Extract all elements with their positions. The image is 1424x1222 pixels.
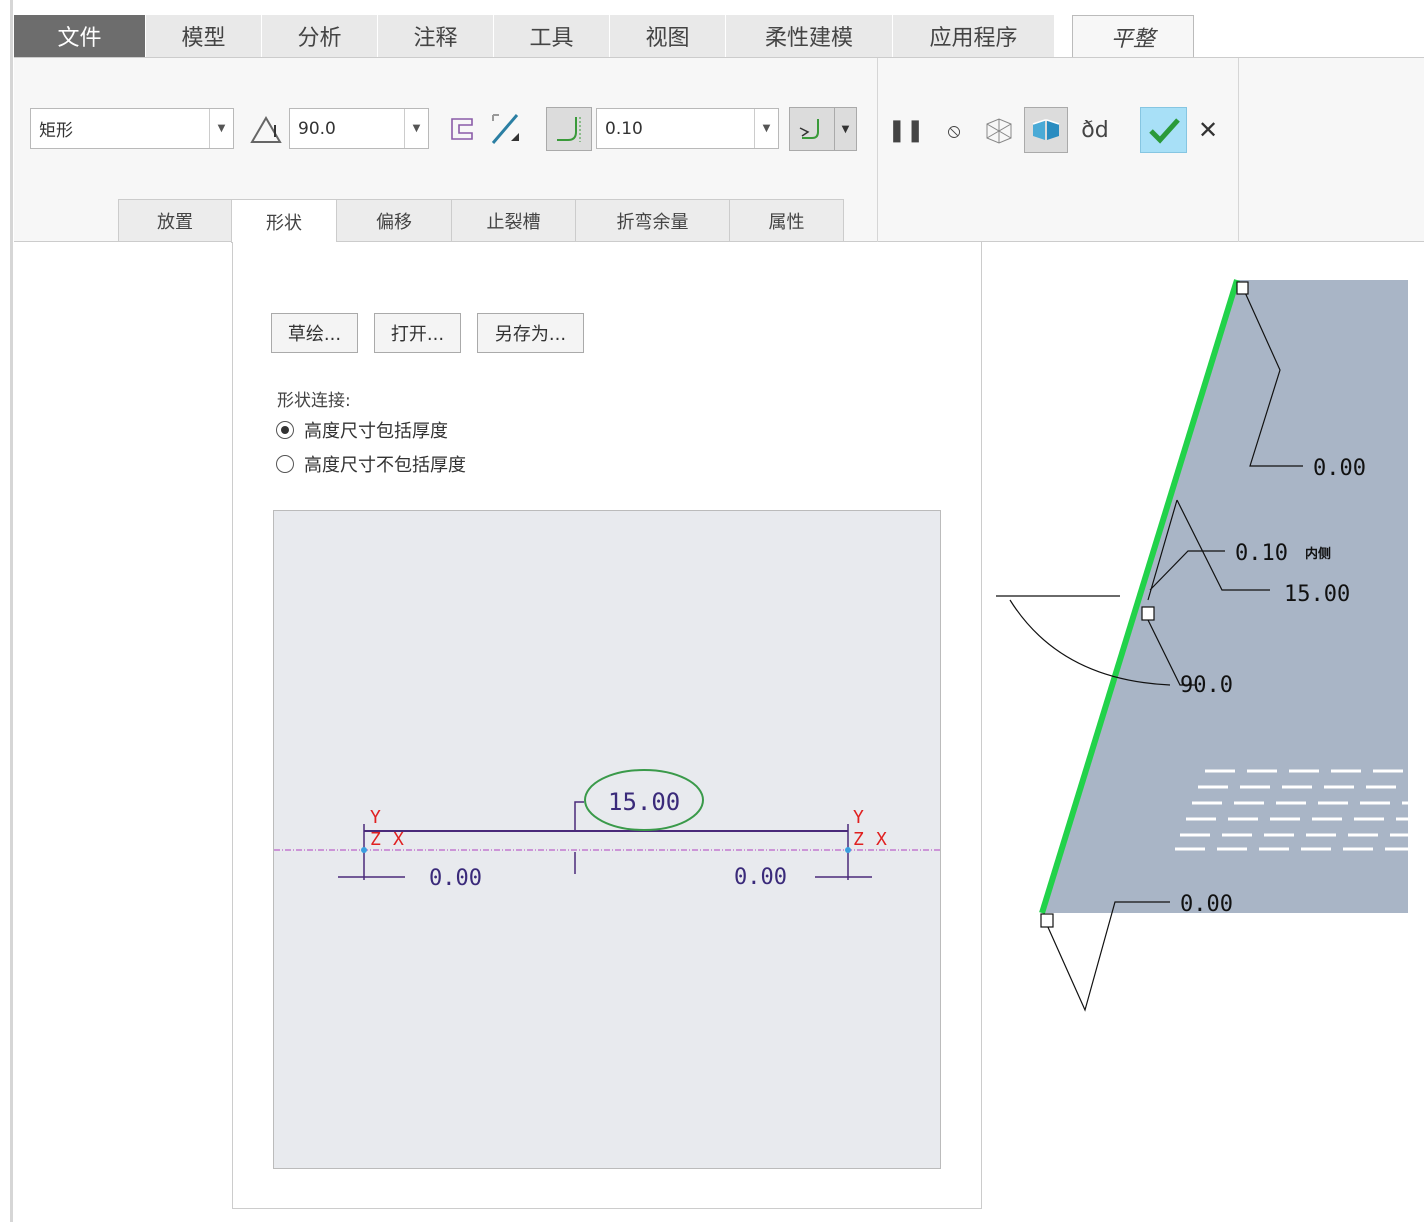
flange-side-icon[interactable] (446, 112, 478, 146)
angle-dim: 90.0 (1180, 673, 1233, 698)
subtab-placement[interactable]: 放置 (118, 199, 232, 242)
bottom-offset-dim: 0.00 (1180, 892, 1233, 917)
tab-flexible-modeling[interactable]: 柔性建模 (726, 15, 893, 57)
subtab-offset[interactable]: 偏移 (336, 199, 452, 242)
sheet-face (1042, 280, 1408, 913)
tab-tools[interactable]: 工具 (494, 15, 610, 57)
subtab-bend-allowance[interactable]: 折弯余量 (575, 199, 730, 242)
tab-flat[interactable]: 平整 (1072, 15, 1194, 58)
chevron-down-icon[interactable]: ▼ (404, 109, 428, 148)
subtab-relief[interactable]: 止裂槽 (451, 199, 576, 242)
bend-radius-button[interactable] (546, 107, 592, 151)
subtab-properties[interactable]: 属性 (729, 199, 844, 242)
divider (1238, 58, 1239, 242)
model-view: 0.00 0.10 内侧 15.00 90.0 0.00 (996, 279, 1408, 1012)
angle-value: 90.0 (298, 118, 336, 139)
no-preview-icon[interactable]: ⦸ (940, 113, 968, 147)
subtab-shape[interactable]: 形状 (231, 199, 337, 243)
radius-value: 0.10 (605, 118, 643, 139)
tab-annotate[interactable]: 注释 (378, 15, 494, 57)
pause-icon[interactable]: ❚❚ (888, 113, 925, 147)
chevron-down-icon[interactable]: ▼ (834, 108, 856, 150)
shape-select-value: 矩形 (39, 121, 73, 141)
drag-handle (1141, 606, 1155, 621)
tab-file[interactable]: 文件 (14, 15, 146, 57)
drag-handle (1040, 913, 1054, 928)
selected-edge (1039, 279, 1240, 914)
open-button[interactable]: 打开... (374, 313, 461, 353)
confirm-button[interactable] (1140, 107, 1187, 153)
radius-side-label: 内侧 (1305, 546, 1331, 562)
shape-connection-label: 形状连接: (277, 391, 351, 411)
radio-unselected-icon (276, 455, 294, 473)
tab-view[interactable]: 视图 (610, 15, 726, 57)
radius-input[interactable]: 0.10 ▼ (596, 108, 779, 149)
angle-input[interactable]: 90.0 ▼ (289, 108, 429, 149)
shape-select[interactable]: 矩形 ▼ (30, 108, 234, 149)
radio-label: 高度尺寸不包括厚度 (304, 455, 466, 476)
radio-include-thickness[interactable]: 高度尺寸包括厚度 (276, 417, 448, 443)
flip-direction-icon[interactable] (486, 110, 526, 148)
radio-label: 高度尺寸包括厚度 (304, 421, 448, 442)
tab-model[interactable]: 模型 (146, 15, 262, 57)
chevron-down-icon[interactable]: ▼ (754, 109, 778, 148)
cancel-button[interactable]: ✕ (1194, 113, 1222, 147)
top-offset-dim: 0.00 (1313, 456, 1366, 481)
chevron-down-icon[interactable]: ▼ (209, 109, 233, 148)
tab-applications[interactable]: 应用程序 (893, 15, 1055, 57)
wireframe-preview-icon[interactable] (982, 113, 1016, 147)
tab-analysis[interactable]: 分析 (262, 15, 378, 57)
verify-glasses-icon[interactable]: ðd (1076, 113, 1114, 147)
window-border (10, 0, 13, 1222)
drag-handle (1236, 281, 1249, 295)
save-as-button[interactable]: 另存为... (477, 313, 584, 353)
divider (877, 58, 878, 242)
shape-preview (273, 510, 941, 1169)
sketch-button[interactable]: 草绘... (271, 313, 358, 353)
check-icon (1148, 118, 1180, 144)
radius-side-button[interactable]: ▼ (789, 107, 857, 151)
angle-icon (248, 110, 286, 148)
radio-exclude-thickness[interactable]: 高度尺寸不包括厚度 (276, 451, 466, 477)
height-dim-3d: 15.00 (1284, 582, 1350, 607)
dashed-hidden-lines (1175, 769, 1408, 851)
radius-dim: 0.10 (1235, 541, 1288, 566)
radio-selected-icon (276, 421, 294, 439)
solid-preview-icon[interactable] (1024, 107, 1068, 153)
